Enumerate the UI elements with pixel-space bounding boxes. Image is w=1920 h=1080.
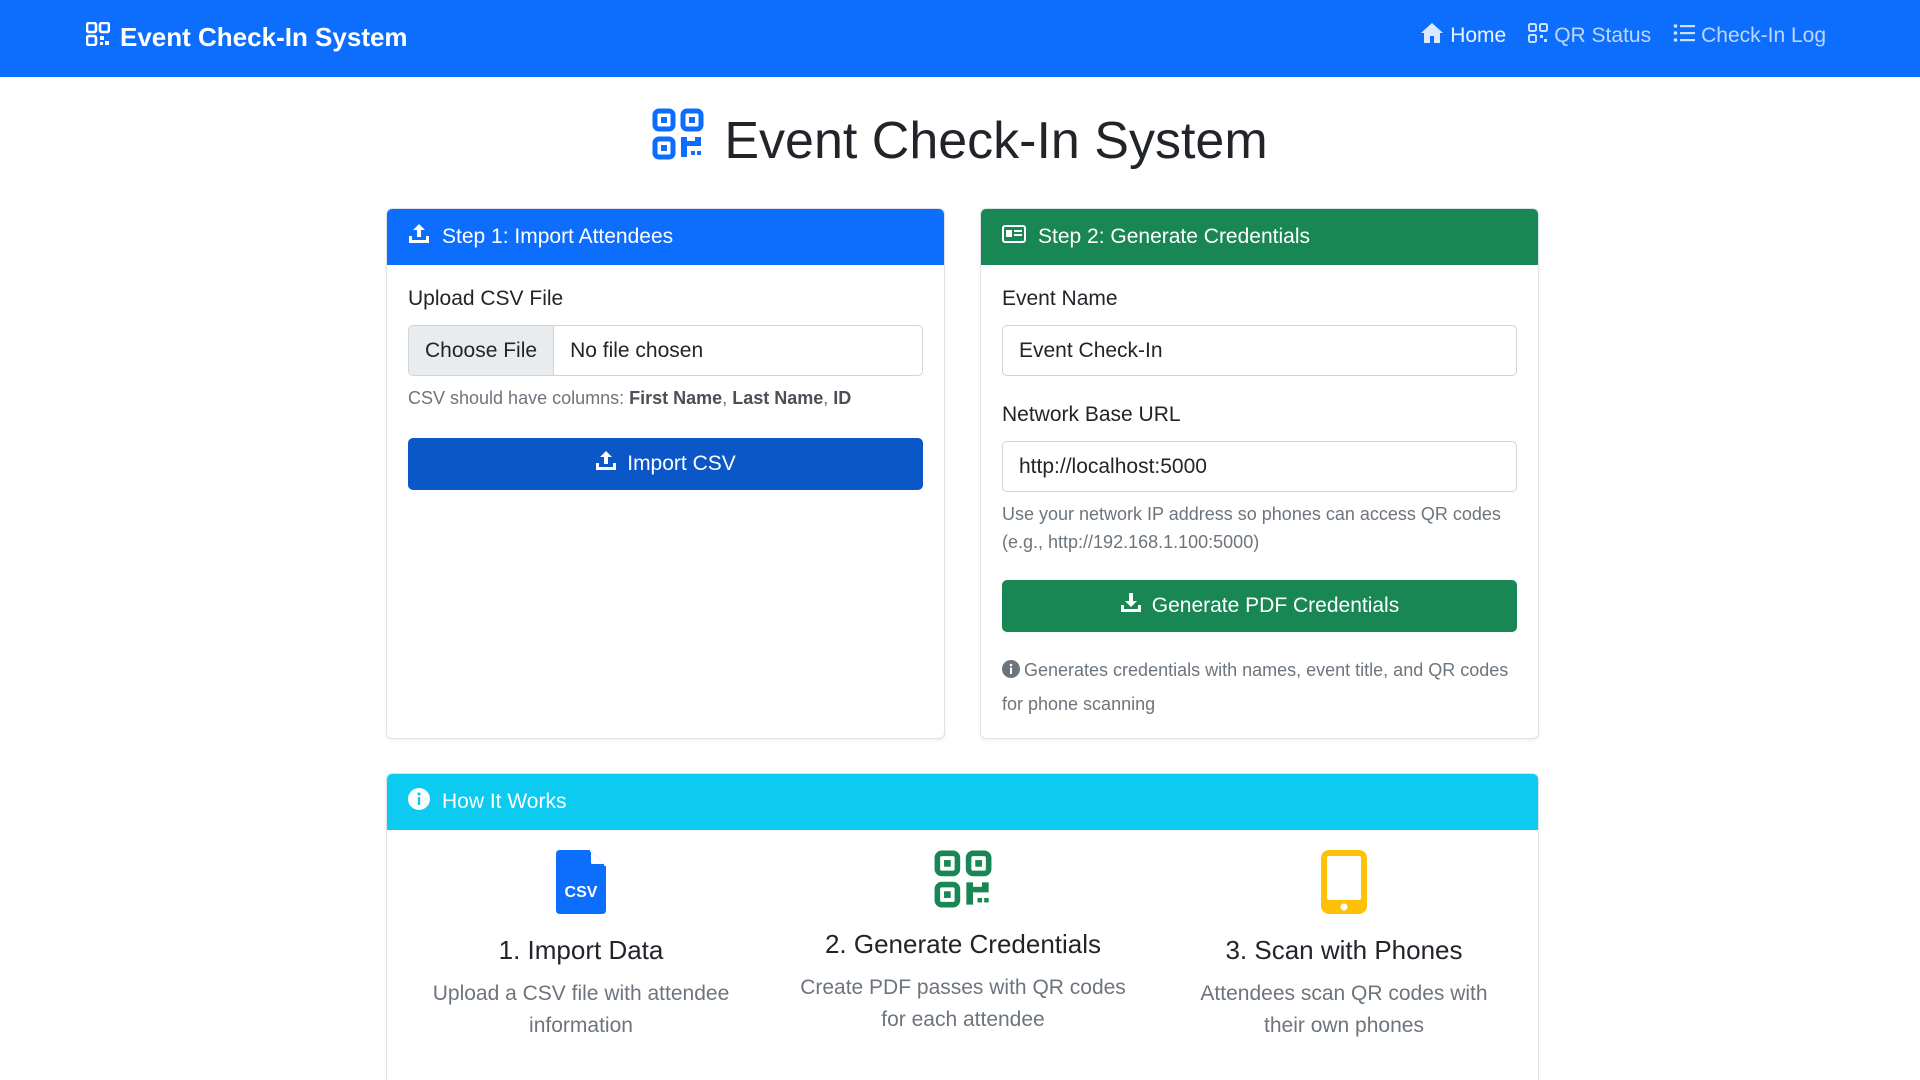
upload-csv-label: Upload CSV File: [408, 287, 564, 310]
file-name-text: No file chosen: [570, 338, 704, 362]
generate-note-text: Generates credentials with names, event …: [1002, 660, 1509, 714]
step1-card: Step 1: Import Attendees Upload CSV File…: [386, 208, 945, 739]
event-name-label: Event Name: [1002, 287, 1118, 310]
house-icon: [1420, 22, 1444, 50]
csv-help-text: CSV should have columns: First Name, Las…: [408, 384, 923, 412]
csv-file-icon: CSV: [556, 850, 606, 918]
step2-body: Event Name Network Base URL Use your net…: [981, 265, 1538, 738]
page-title: Event Check-In System: [0, 108, 1920, 173]
how-step-import: CSV 1. Import Data Upload a CSV file wit…: [391, 850, 771, 1042]
qr-code-icon: [652, 108, 704, 173]
help-prefix: CSV should have columns:: [408, 388, 625, 408]
upload-icon: [408, 223, 430, 251]
nav-link-label: Home: [1450, 24, 1507, 47]
network-url-field[interactable]: [1002, 441, 1517, 492]
brand-label: Event Check-In System: [120, 22, 408, 52]
csv-file-input[interactable]: Choose File No file chosen: [408, 325, 923, 376]
column-separator: ,: [722, 388, 728, 408]
how-it-works-card: How It Works CSV 1. Import Data Upload a…: [386, 773, 1539, 1080]
how-step-title: 1. Import Data: [498, 935, 664, 965]
list-icon: [1673, 23, 1696, 49]
id-card-icon: [1002, 224, 1026, 250]
column-separator: ,: [823, 388, 829, 408]
how-it-works-title: How It Works: [442, 790, 567, 813]
step1-title: Step 1: Import Attendees: [442, 225, 674, 248]
download-icon: [1120, 592, 1142, 620]
nav-link-label: QR Status: [1554, 24, 1652, 47]
qr-icon: [85, 21, 111, 53]
how-step-desc: Attendees scan QR codes with their own p…: [1200, 982, 1488, 1037]
upload-icon: [595, 450, 617, 478]
generate-note: Generates credentials with names, event …: [1002, 654, 1517, 720]
nav-links: Home QR Status Check-In Log: [1420, 22, 1826, 50]
generate-pdf-button[interactable]: Generate PDF Credentials: [1002, 580, 1517, 632]
column-first-name: First Name: [629, 388, 723, 408]
navbar-brand[interactable]: Event Check-In System: [85, 21, 408, 53]
page-title-text: Event Check-In System: [724, 111, 1268, 170]
navbar: Event Check-In System Home QR Status Che…: [0, 0, 1920, 77]
nav-link-label: Check-In Log: [1701, 24, 1826, 47]
step2-card: Step 2: Generate Credentials Event Name …: [980, 208, 1539, 739]
step1-header: Step 1: Import Attendees: [387, 209, 944, 265]
nav-link-check-in-log[interactable]: Check-In Log: [1673, 23, 1826, 49]
network-url-label: Network Base URL: [1002, 403, 1181, 426]
import-csv-label: Import CSV: [627, 452, 736, 475]
import-csv-button[interactable]: Import CSV: [408, 438, 923, 490]
how-step-scan: 3. Scan with Phones Attendees scan QR co…: [1154, 850, 1534, 1042]
choose-file-button[interactable]: Choose File: [409, 326, 555, 375]
column-id: ID: [833, 388, 852, 408]
step1-body: Upload CSV File Choose File No file chos…: [387, 265, 944, 512]
step2-title: Step 2: Generate Credentials: [1038, 225, 1310, 248]
how-it-works-header: How It Works: [387, 774, 1538, 830]
nav-link-home[interactable]: Home: [1420, 22, 1506, 50]
event-name-field[interactable]: [1002, 325, 1517, 376]
step2-header: Step 2: Generate Credentials: [981, 209, 1538, 265]
how-step-title: 2. Generate Credentials: [824, 929, 1102, 959]
how-step-title: 3. Scan with Phones: [1225, 935, 1463, 965]
phone-icon: [1321, 850, 1367, 918]
column-last-name: Last Name: [732, 388, 824, 408]
url-help-text: Use your network IP address so phones ca…: [1002, 504, 1501, 552]
csv-glyph: CSV: [565, 884, 598, 901]
info-icon: [1002, 656, 1020, 688]
generate-pdf-label: Generate PDF Credentials: [1151, 594, 1400, 617]
how-step-generate: 2. Generate Credentials Create PDF passe…: [773, 850, 1153, 1036]
how-step-desc: Create PDF passes with QR codes for each…: [800, 976, 1126, 1031]
info-icon: [408, 788, 430, 816]
qr-icon: [1528, 23, 1549, 49]
how-step-desc: Upload a CSV file with attendee informat…: [432, 982, 730, 1037]
qr-code-icon: [934, 850, 992, 912]
nav-link-qr-status[interactable]: QR Status: [1528, 23, 1651, 49]
